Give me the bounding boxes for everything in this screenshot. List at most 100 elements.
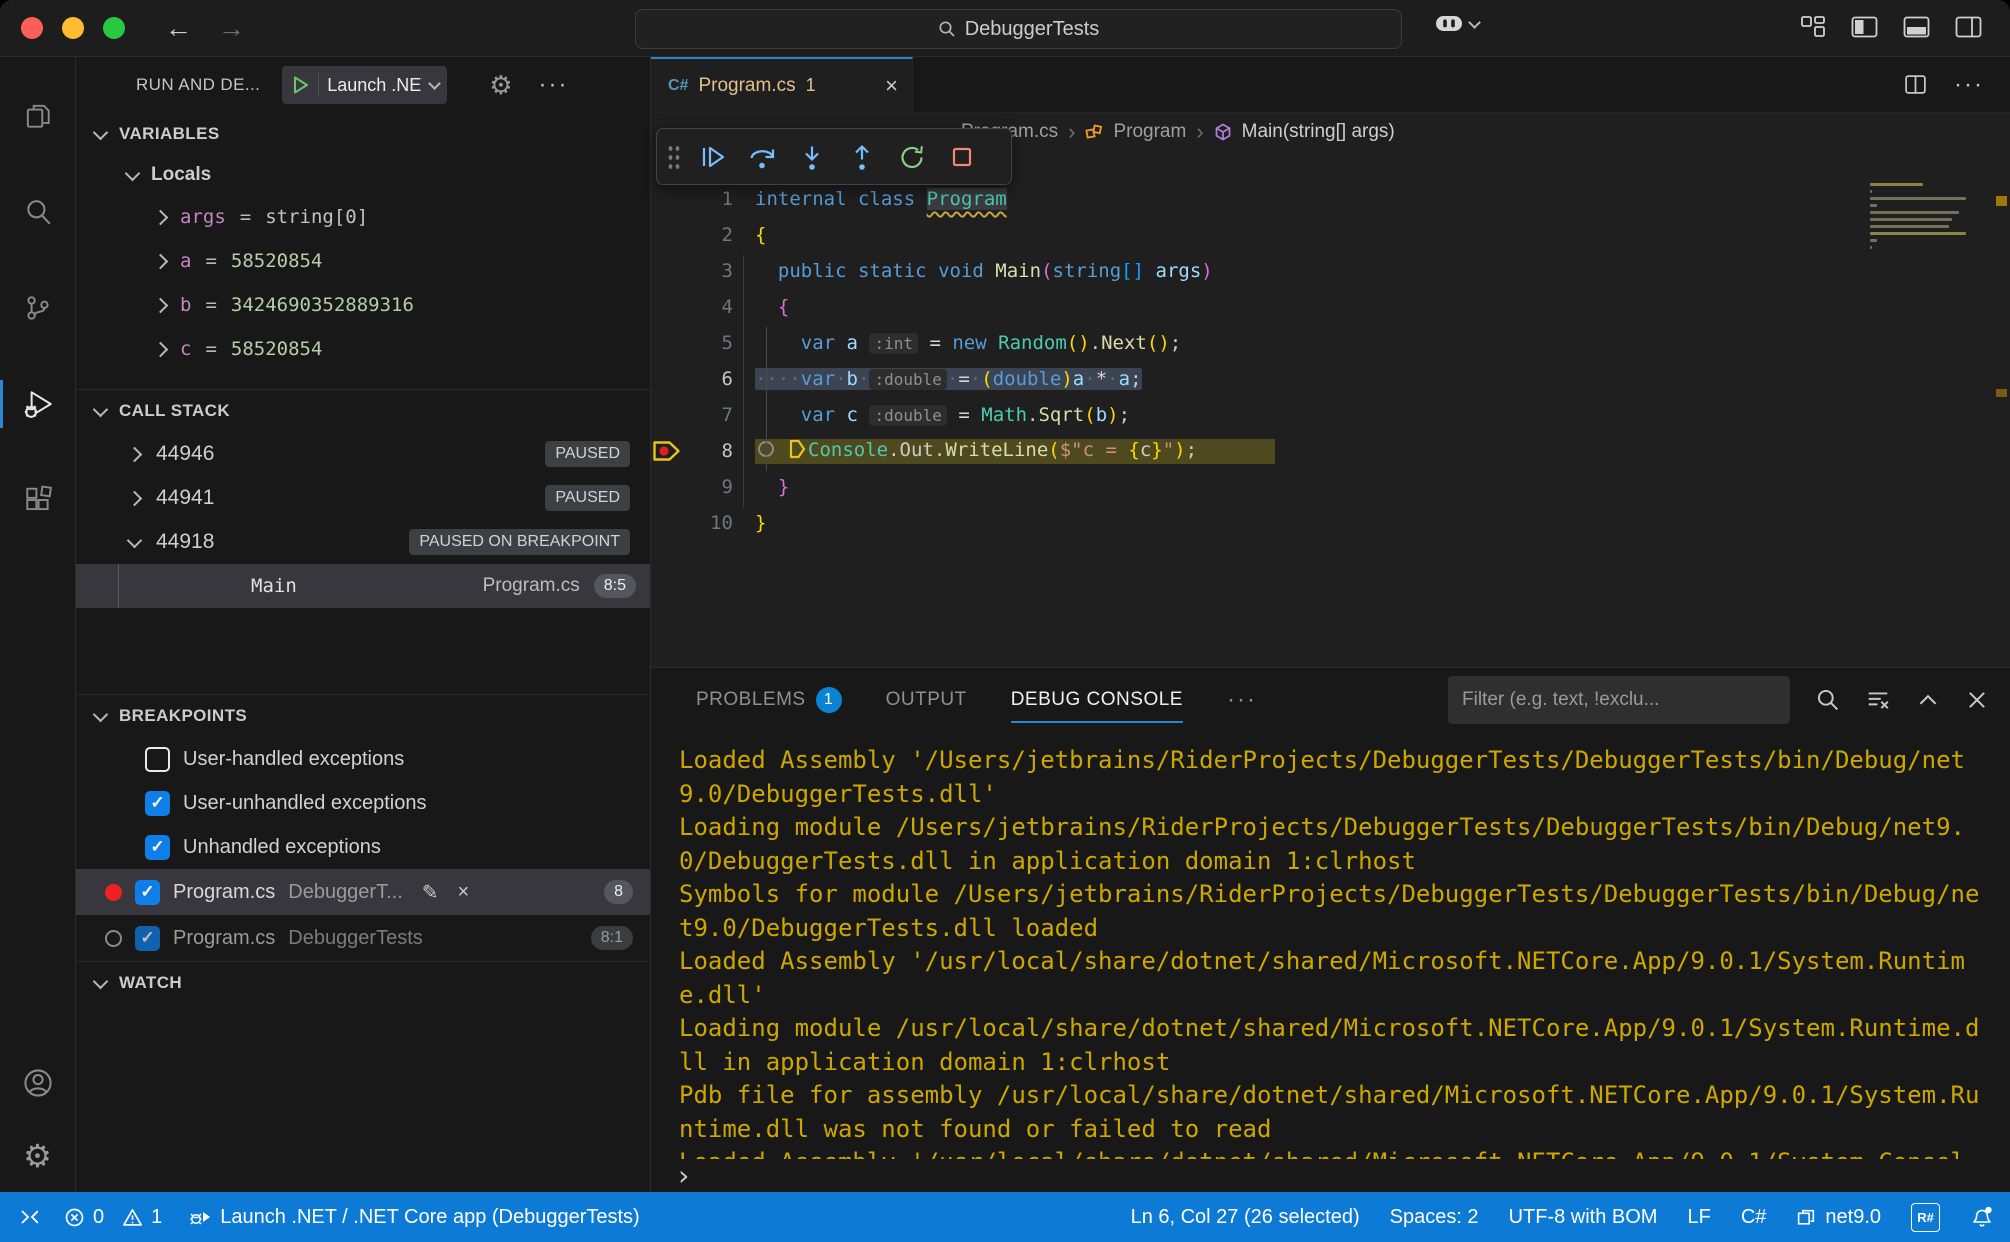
tab-output[interactable]: OUTPUT <box>886 668 967 732</box>
code-line[interactable]: 6····var·b·:double·=·(double)a·*·a; <box>651 361 2010 397</box>
notifications-bell[interactable] <box>1970 1205 1994 1229</box>
breakpoint-row[interactable]: ✓Program.csDebuggerT...✎×8 <box>76 869 650 915</box>
exception-toggle-row[interactable]: ✓User-unhandled exceptions <box>76 781 650 825</box>
cursor-position-status[interactable]: Ln 6, Col 27 (26 selected) <box>1131 1206 1360 1229</box>
continue-button[interactable] <box>687 134 737 180</box>
remote-indicator[interactable] <box>16 1207 38 1227</box>
tab-program-cs[interactable]: C# Program.cs 1 × <box>651 57 913 112</box>
debug-console-output[interactable]: Loaded Assembly '/Users/jetbrains/RiderP… <box>651 732 2010 1159</box>
code-line[interactable]: 10} <box>651 505 2010 541</box>
stack-frame-row[interactable]: MainProgram.cs8:5 <box>76 564 650 608</box>
extensions-icon[interactable] <box>0 469 75 531</box>
clear-console-icon[interactable] <box>1866 688 1890 712</box>
run-and-debug-icon[interactable] <box>0 373 75 435</box>
minimize-window-button[interactable] <box>62 17 84 39</box>
checkbox[interactable]: ✓ <box>135 926 160 951</box>
customize-layout-icon[interactable] <box>1800 14 1826 40</box>
code-line[interactable]: 3 public static void Main(string[] args) <box>651 253 2010 289</box>
remove-breakpoint-icon[interactable]: × <box>458 881 470 904</box>
breadcrumb-method[interactable]: Main(string[] args) <box>1242 121 1395 143</box>
thread-row[interactable]: 44941PAUSED <box>76 476 650 520</box>
edit-breakpoint-icon[interactable]: ✎ <box>422 880 439 905</box>
code-editor[interactable]: 1internal class Program2{3 public static… <box>651 151 2010 667</box>
step-over-button[interactable] <box>737 134 787 180</box>
code-line[interactable]: 9 } <box>651 469 2010 505</box>
explorer-icon[interactable] <box>0 85 75 147</box>
variable-row[interactable]: a=58520854 <box>76 239 650 283</box>
code-line[interactable]: 2{ <box>651 217 2010 253</box>
problems-status[interactable]: 0 1 <box>64 1206 162 1229</box>
back-icon[interactable]: ← <box>165 15 192 42</box>
code-line[interactable]: 8Console.Out.WriteLine($"c = {c}"); <box>651 433 2010 469</box>
code-line[interactable]: 1internal class Program <box>651 181 2010 217</box>
restart-button[interactable] <box>887 134 937 180</box>
tab-debug-console[interactable]: DEBUG CONSOLE <box>1011 668 1183 732</box>
copilot-menu[interactable] <box>1434 13 1479 35</box>
search-icon[interactable] <box>0 181 75 243</box>
stop-button[interactable] <box>937 134 987 180</box>
tab-problems[interactable]: PROBLEMS 1 <box>696 668 842 732</box>
debug-settings-gear-icon[interactable]: ⚙ <box>489 72 512 98</box>
command-center-search[interactable]: DebuggerTests <box>635 9 1402 49</box>
toggle-panel-icon[interactable] <box>1903 14 1930 40</box>
runtime-status[interactable]: net9.0 <box>1796 1206 1881 1229</box>
panel-more-icon[interactable]: ··· <box>1227 695 1257 705</box>
editor-more-icon[interactable]: ··· <box>1954 80 1984 90</box>
maximize-panel-icon[interactable] <box>1916 688 1940 712</box>
line-number: 9 <box>683 476 748 498</box>
variable-row[interactable]: args=string[0] <box>76 195 650 239</box>
toggle-primary-sidebar-icon[interactable] <box>1851 14 1878 40</box>
indentation-status[interactable]: Spaces: 2 <box>1390 1206 1479 1229</box>
debug-console-input[interactable]: › <box>651 1159 2010 1193</box>
exception-toggle-row[interactable]: ✓Unhandled exceptions <box>76 825 650 869</box>
forward-icon[interactable]: → <box>218 15 245 42</box>
debug-target-status[interactable]: Launch .NET / .NET Core app (DebuggerTes… <box>188 1206 639 1229</box>
toggle-secondary-sidebar-icon[interactable] <box>1955 14 1982 40</box>
minimap[interactable] <box>1870 179 1986 253</box>
variables-section-header[interactable]: VARIABLES <box>76 113 650 155</box>
close-panel-icon[interactable] <box>1966 689 1988 711</box>
console-filter-input[interactable] <box>1448 676 1790 724</box>
find-icon[interactable] <box>1816 688 1840 712</box>
breakpoint-line-badge: 8 <box>604 880 633 904</box>
code-line[interactable]: 4 { <box>651 289 2010 325</box>
checkbox[interactable]: ✓ <box>135 880 160 905</box>
breakpoints-section-header[interactable]: BREAKPOINTS <box>76 695 650 737</box>
checkbox[interactable]: ✓ <box>145 835 170 860</box>
eol-status[interactable]: LF <box>1687 1206 1710 1229</box>
toolbar-drag-handle[interactable] <box>667 144 681 170</box>
checkbox[interactable]: ✓ <box>145 791 170 816</box>
breakpoint-row[interactable]: ✓Program.csDebuggerTests8:1 <box>76 915 650 961</box>
step-out-button[interactable] <box>837 134 887 180</box>
line-number: 3 <box>683 260 748 282</box>
account-icon[interactable] <box>0 1052 75 1114</box>
variable-row[interactable]: b=3424690352889316 <box>76 283 650 327</box>
checkbox[interactable] <box>145 747 170 772</box>
launch-config-button[interactable]: Launch .NET <box>282 66 447 104</box>
maximize-window-button[interactable] <box>103 17 125 39</box>
exception-toggle-row[interactable]: User-handled exceptions <box>76 737 650 781</box>
language-mode-status[interactable]: C# <box>1741 1206 1767 1229</box>
source-control-icon[interactable] <box>0 277 75 339</box>
encoding-status[interactable]: UTF-8 with BOM <box>1509 1206 1658 1229</box>
remote-icon <box>16 1207 38 1227</box>
resharper-status[interactable]: R# <box>1911 1203 1940 1232</box>
step-into-button[interactable] <box>787 134 837 180</box>
tab-bar: C# Program.cs 1 × ··· <box>651 57 2010 113</box>
views-more-icon[interactable]: ··· <box>539 80 569 90</box>
breadcrumb-class[interactable]: Program <box>1113 121 1186 143</box>
close-tab-icon[interactable]: × <box>885 75 898 97</box>
code-line[interactable]: 7 var c :double = Math.Sqrt(b); <box>651 397 2010 433</box>
locals-scope-row[interactable]: Locals <box>76 155 650 195</box>
editor-group: C# Program.cs 1 × ··· Program.cs › Progr… <box>651 57 2010 1192</box>
split-editor-icon[interactable] <box>1903 72 1928 97</box>
close-window-button[interactable] <box>21 17 43 39</box>
thread-row[interactable]: 44946PAUSED <box>76 432 650 476</box>
call-stack-section-header[interactable]: CALL STACK <box>76 390 650 432</box>
settings-gear-icon[interactable]: ⚙ <box>0 1125 75 1187</box>
breakpoint-current-line-icon <box>651 440 683 462</box>
variable-row[interactable]: c=58520854 <box>76 327 650 371</box>
watch-section-header[interactable]: WATCH <box>76 962 650 1004</box>
thread-row[interactable]: 44918PAUSED ON BREAKPOINT <box>76 520 650 564</box>
code-line[interactable]: 5 var a :int = new Random().Next(); <box>651 325 2010 361</box>
